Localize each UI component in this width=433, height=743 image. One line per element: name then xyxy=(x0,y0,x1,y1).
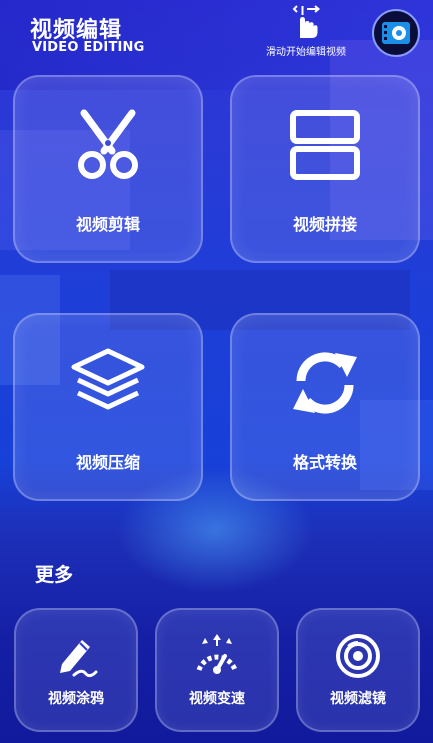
more-item-label: 视频涂鸦 xyxy=(48,691,104,707)
tool-card-video-cut[interactable]: 视频剪辑 xyxy=(13,75,203,263)
swipe-hint[interactable]: 滑动开始编辑视频 xyxy=(256,4,356,60)
app-avatar-icon xyxy=(382,22,410,44)
convert-arrows-icon xyxy=(293,352,357,414)
scissors-icon xyxy=(78,109,138,179)
pen-icon xyxy=(60,640,98,678)
tool-card-video-compress[interactable]: 视频压缩 xyxy=(13,313,203,501)
more-item-video-filter[interactable]: 视频滤镜 xyxy=(296,608,420,732)
more-section-title: 更多 xyxy=(35,564,74,586)
swipe-hand-icon xyxy=(292,5,321,38)
tool-label: 视频压缩 xyxy=(75,453,140,472)
more-item-label: 视频滤镜 xyxy=(330,691,386,707)
tool-label: 视频拼接 xyxy=(292,215,357,234)
layers-icon xyxy=(71,348,145,410)
split-screen-icon xyxy=(290,110,360,180)
tool-card-format-convert[interactable]: 格式转换 xyxy=(230,313,420,501)
avatar[interactable] xyxy=(372,9,420,57)
tool-label: 格式转换 xyxy=(292,453,357,472)
swipe-hint-text: 滑动开始编辑视频 xyxy=(266,47,346,58)
more-item-label: 视频变速 xyxy=(189,691,245,707)
tool-label: 视频剪辑 xyxy=(75,215,140,234)
more-item-video-speed[interactable]: 视频变速 xyxy=(155,608,279,732)
camera-lens-icon xyxy=(336,634,380,678)
page-subtitle: VIDEO EDITING xyxy=(32,40,145,55)
speedometer-icon xyxy=(196,634,238,674)
more-item-video-doodle[interactable]: 视频涂鸦 xyxy=(14,608,138,732)
tool-card-video-merge[interactable]: 视频拼接 xyxy=(230,75,420,263)
header: 视频编辑 VIDEO EDITING 滑动开始编辑视频 xyxy=(0,0,433,70)
